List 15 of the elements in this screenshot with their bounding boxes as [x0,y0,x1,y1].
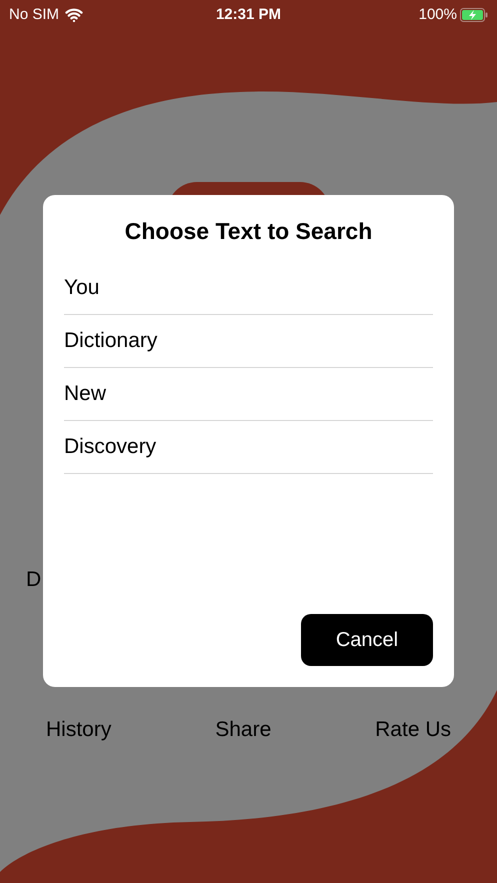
menu-link[interactable]: Share [215,714,272,745]
carrier-label: No SIM [9,4,60,25]
clock: 12:31 PM [216,4,282,25]
dialog-title: Choose Text to Search [124,217,374,246]
menu-link[interactable]: Rate Us [375,714,451,745]
battery-percent: 100% [418,4,457,25]
menu-label: D [26,568,42,591]
menu-link[interactable]: History [46,714,112,745]
cancel-button[interactable]: Cancel [301,614,433,666]
text-option[interactable]: You [64,262,433,314]
text-option[interactable]: Discovery [64,420,433,474]
wifi-icon [65,6,84,24]
text-option[interactable]: Dictionary [64,314,433,368]
text-option[interactable]: New [64,368,433,420]
battery-icon [460,8,488,22]
